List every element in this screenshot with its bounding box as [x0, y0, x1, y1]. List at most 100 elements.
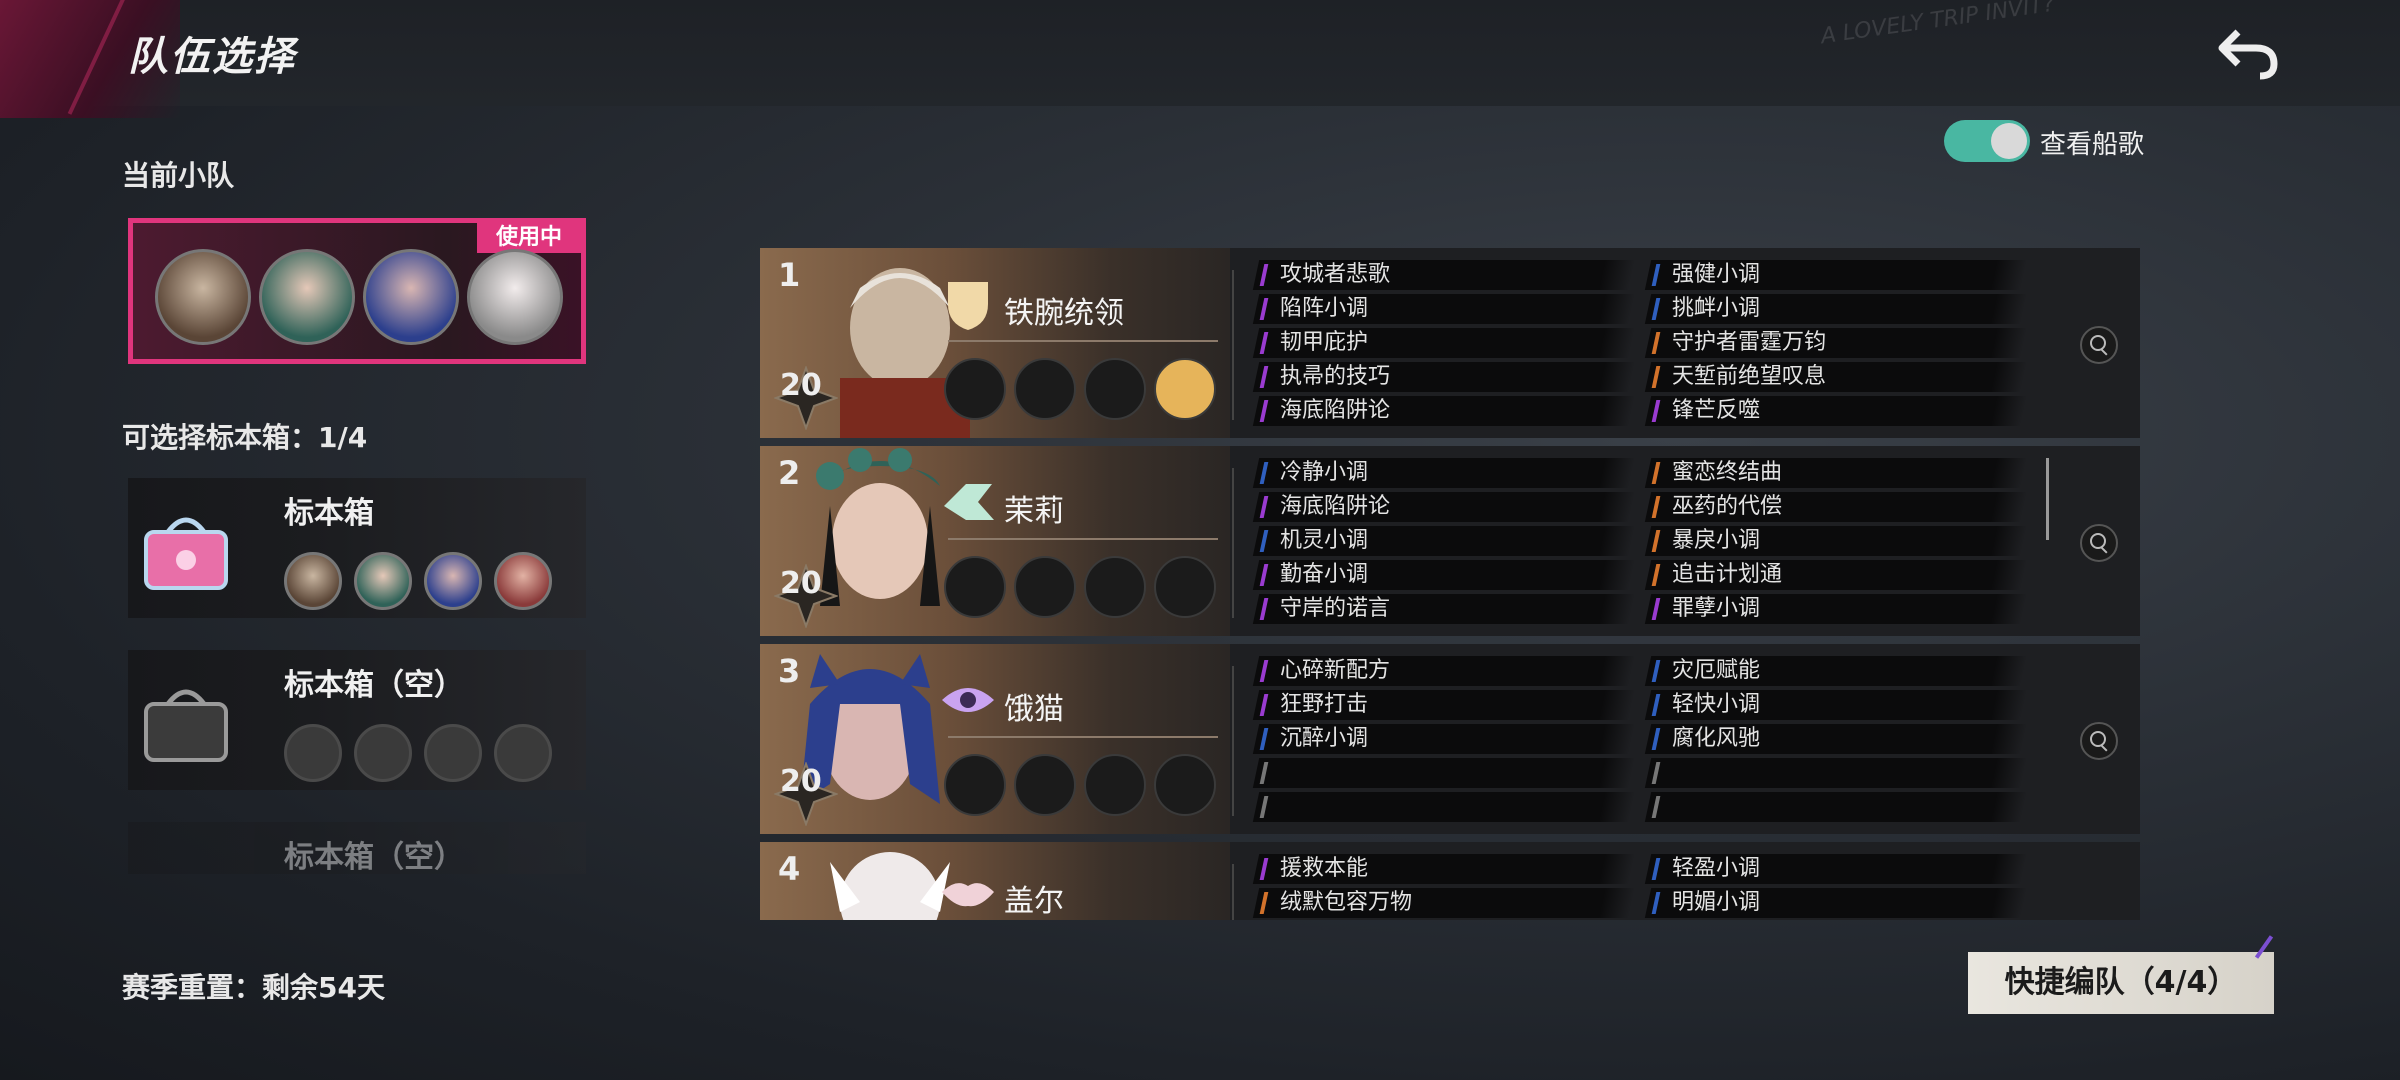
magnify-icon[interactable]	[2080, 722, 2118, 760]
roster-row[interactable]: 4 盖尔 援救本能 绒默包容万物 轻盈小调 明媚小调	[760, 842, 2140, 920]
trait-item[interactable]: 绒默包容万物	[1252, 888, 1636, 918]
skill-icon[interactable]	[944, 358, 1006, 420]
box-title: 标本箱（空）	[284, 840, 464, 874]
roster-row[interactable]: 2 20 茉莉 冷静小调 海底陷阱论 机灵小调 勤奋小调 守岸的诺言 蜜恋终结曲…	[760, 446, 2140, 636]
trait-empty	[1644, 758, 2028, 788]
empty-slot	[494, 724, 552, 782]
divider	[1232, 468, 1234, 618]
character-name: 盖尔	[1004, 884, 1064, 919]
cat-role-icon	[942, 688, 994, 712]
trait-item[interactable]: 狂野打击	[1252, 690, 1636, 720]
trait-item[interactable]: 追击计划通	[1644, 560, 2028, 590]
trait-item[interactable]: 轻盈小调	[1644, 854, 2028, 884]
skill-icon[interactable]	[1154, 556, 1216, 618]
specimen-box-empty-icon	[138, 674, 234, 770]
trait-item[interactable]: 执帚的技巧	[1252, 362, 1636, 392]
back-arrow-icon	[2218, 29, 2278, 80]
quick-team-button[interactable]: 快捷编队（4/4）	[1968, 952, 2274, 1014]
roster-row[interactable]: 3 20 饿猫 心碎新配方 狂野打击 沉醉小调 灾厄赋能 轻快小调 腐化风驰	[760, 644, 2140, 834]
skill-icon[interactable]	[1154, 754, 1216, 816]
skill-icon[interactable]	[1084, 358, 1146, 420]
trait-list-left: 攻城者悲歌 陷阵小调 韧甲庇护 执帚的技巧 海底陷阱论	[1252, 260, 1636, 430]
character-name: 饿猫	[1004, 692, 1064, 727]
skill-icon[interactable]	[1154, 358, 1216, 420]
trait-item[interactable]: 天堑前绝望叹息	[1644, 362, 2028, 392]
trait-item[interactable]: 蜜恋终结曲	[1644, 458, 2028, 488]
in-use-badge: 使用中	[477, 223, 581, 253]
character-name: 铁腕统领	[1004, 296, 1124, 331]
empty-slot	[354, 724, 412, 782]
guardian-role-icon	[948, 282, 988, 330]
trait-item[interactable]: 暴戾小调	[1644, 526, 2028, 556]
specimen-box-1[interactable]: 标本箱	[128, 478, 586, 618]
team-avatar-4	[467, 249, 563, 345]
roster-list[interactable]: 1 20 铁腕统领 攻城者悲歌 陷阵小调 韧甲庇护 执帚的技巧 海底陷阱论 强健…	[760, 248, 2140, 920]
trait-list-left: 心碎新配方 狂野打击 沉醉小调	[1252, 656, 1636, 826]
trait-item[interactable]: 挑衅小调	[1644, 294, 2028, 324]
trait-item[interactable]: 腐化风驰	[1644, 724, 2028, 754]
trait-list-right: 蜜恋终结曲 巫药的代偿 暴戾小调 追击计划通 罪孽小调	[1644, 458, 2028, 628]
roster-scrollbar[interactable]	[2046, 458, 2049, 540]
empty-slot	[284, 724, 342, 782]
page-title: 队伍选择	[128, 34, 296, 80]
skill-icon[interactable]	[1084, 556, 1146, 618]
box-count-label: 可选择标本箱：1/4	[122, 421, 368, 454]
trait-empty	[1252, 758, 1636, 788]
lips-role-icon	[942, 883, 994, 907]
support-role-icon	[944, 484, 994, 520]
current-team-card[interactable]: 使用中	[128, 218, 586, 364]
divider	[1232, 270, 1234, 420]
magnify-icon[interactable]	[2080, 524, 2118, 562]
trait-list-right: 轻盈小调 明媚小调	[1644, 854, 2028, 920]
row-number: 3	[778, 652, 801, 690]
row-number: 4	[778, 850, 801, 888]
trait-item[interactable]: 罪孽小调	[1644, 594, 2028, 624]
skill-icon[interactable]	[1014, 358, 1076, 420]
row-number: 1	[778, 256, 801, 294]
trait-item[interactable]: 守岸的诺言	[1252, 594, 1636, 624]
trait-item[interactable]: 灾厄赋能	[1644, 656, 2028, 686]
specimen-box-3[interactable]: 标本箱（空）	[128, 822, 586, 874]
trait-item[interactable]: 强健小调	[1644, 260, 2028, 290]
trait-item[interactable]: 海底陷阱论	[1252, 492, 1636, 522]
specimen-box-2[interactable]: 标本箱（空）	[128, 650, 586, 790]
trait-item[interactable]: 明媚小调	[1644, 888, 2028, 918]
level-value: 20	[780, 764, 822, 799]
trait-item[interactable]: 冷静小调	[1252, 458, 1636, 488]
trait-item[interactable]: 轻快小调	[1644, 690, 2028, 720]
box-title: 标本箱（空）	[284, 668, 464, 703]
trait-item[interactable]: 韧甲庇护	[1252, 328, 1636, 358]
trait-item[interactable]: 勤奋小调	[1252, 560, 1636, 590]
skill-icon[interactable]	[944, 754, 1006, 816]
box-avatar-1	[284, 552, 342, 610]
back-button[interactable]	[2216, 22, 2280, 82]
trait-item[interactable]: 攻城者悲歌	[1252, 260, 1636, 290]
trait-item[interactable]: 锋芒反噬	[1644, 396, 2028, 426]
skill-icon[interactable]	[944, 556, 1006, 618]
trait-item[interactable]: 心碎新配方	[1252, 656, 1636, 686]
empty-slot	[424, 724, 482, 782]
trait-item[interactable]: 海底陷阱论	[1252, 396, 1636, 426]
view-ship-song-toggle[interactable]	[1944, 120, 2030, 162]
divider	[1232, 864, 1234, 920]
roster-row[interactable]: 1 20 铁腕统领 攻城者悲歌 陷阵小调 韧甲庇护 执帚的技巧 海底陷阱论 强健…	[760, 248, 2140, 438]
trait-item[interactable]: 沉醉小调	[1252, 724, 1636, 754]
box-avatar-3	[424, 552, 482, 610]
trait-item[interactable]: 守护者雷霆万钧	[1644, 328, 2028, 358]
toggle-label: 查看船歌	[2040, 130, 2145, 160]
trait-item[interactable]: 巫药的代偿	[1644, 492, 2028, 522]
trait-item[interactable]: 机灵小调	[1252, 526, 1636, 556]
skill-icon[interactable]	[1084, 754, 1146, 816]
specimen-box-icon	[138, 502, 234, 598]
skill-icon[interactable]	[1014, 754, 1076, 816]
skill-icon[interactable]	[1014, 556, 1076, 618]
divider	[1232, 666, 1234, 816]
trait-item[interactable]: 陷阵小调	[1252, 294, 1636, 324]
trait-item[interactable]: 援救本能	[1252, 854, 1636, 884]
magnify-icon[interactable]	[2080, 326, 2118, 364]
toggle-knob	[1991, 123, 2027, 159]
divider	[948, 538, 1218, 540]
team-avatar-2	[259, 249, 355, 345]
level-value: 20	[780, 368, 822, 403]
box-avatar-4	[494, 552, 552, 610]
